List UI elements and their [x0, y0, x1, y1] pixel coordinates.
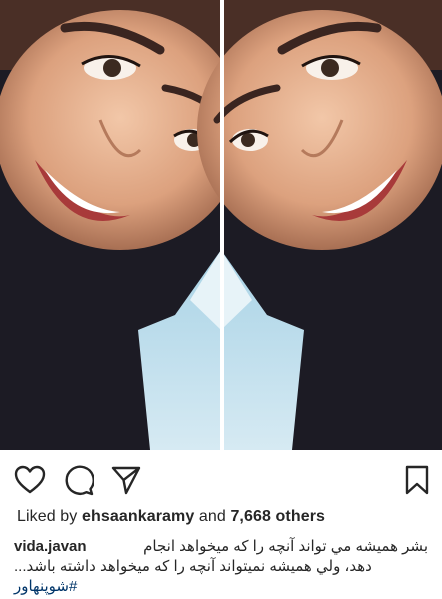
liked-by-user-link[interactable]: ehsaankaramy — [82, 508, 194, 525]
caption-text-line2: دهد، ولي همیشه نمیتواند آنچه را که میخوا… — [14, 558, 372, 575]
hashtag-link[interactable]: #شوپنهاور — [14, 577, 428, 597]
others-count-link[interactable]: 7,668 others — [230, 508, 325, 525]
heart-icon[interactable] — [14, 464, 46, 496]
likes-summary: Liked by ehsaankaramy and 7,668 others — [17, 508, 325, 526]
post-actions-bar — [0, 450, 442, 508]
comment-icon[interactable] — [62, 464, 94, 496]
and-word: and — [198, 508, 226, 525]
post-image[interactable] — [0, 0, 442, 450]
mirrored-selfie-photo — [0, 0, 442, 450]
caption-text-line1: بشر همیشه مي تواند آنچه را که میخواهد ان… — [143, 538, 428, 555]
bookmark-icon[interactable] — [404, 464, 430, 496]
liked-by-prefix: Liked by — [17, 508, 78, 525]
caption-username[interactable]: vida.javan — [14, 537, 87, 557]
share-icon[interactable] — [110, 464, 142, 496]
caption: vida.javan بشر همیشه مي تواند آنچه را که… — [14, 537, 428, 597]
mirror-divider — [220, 0, 224, 450]
